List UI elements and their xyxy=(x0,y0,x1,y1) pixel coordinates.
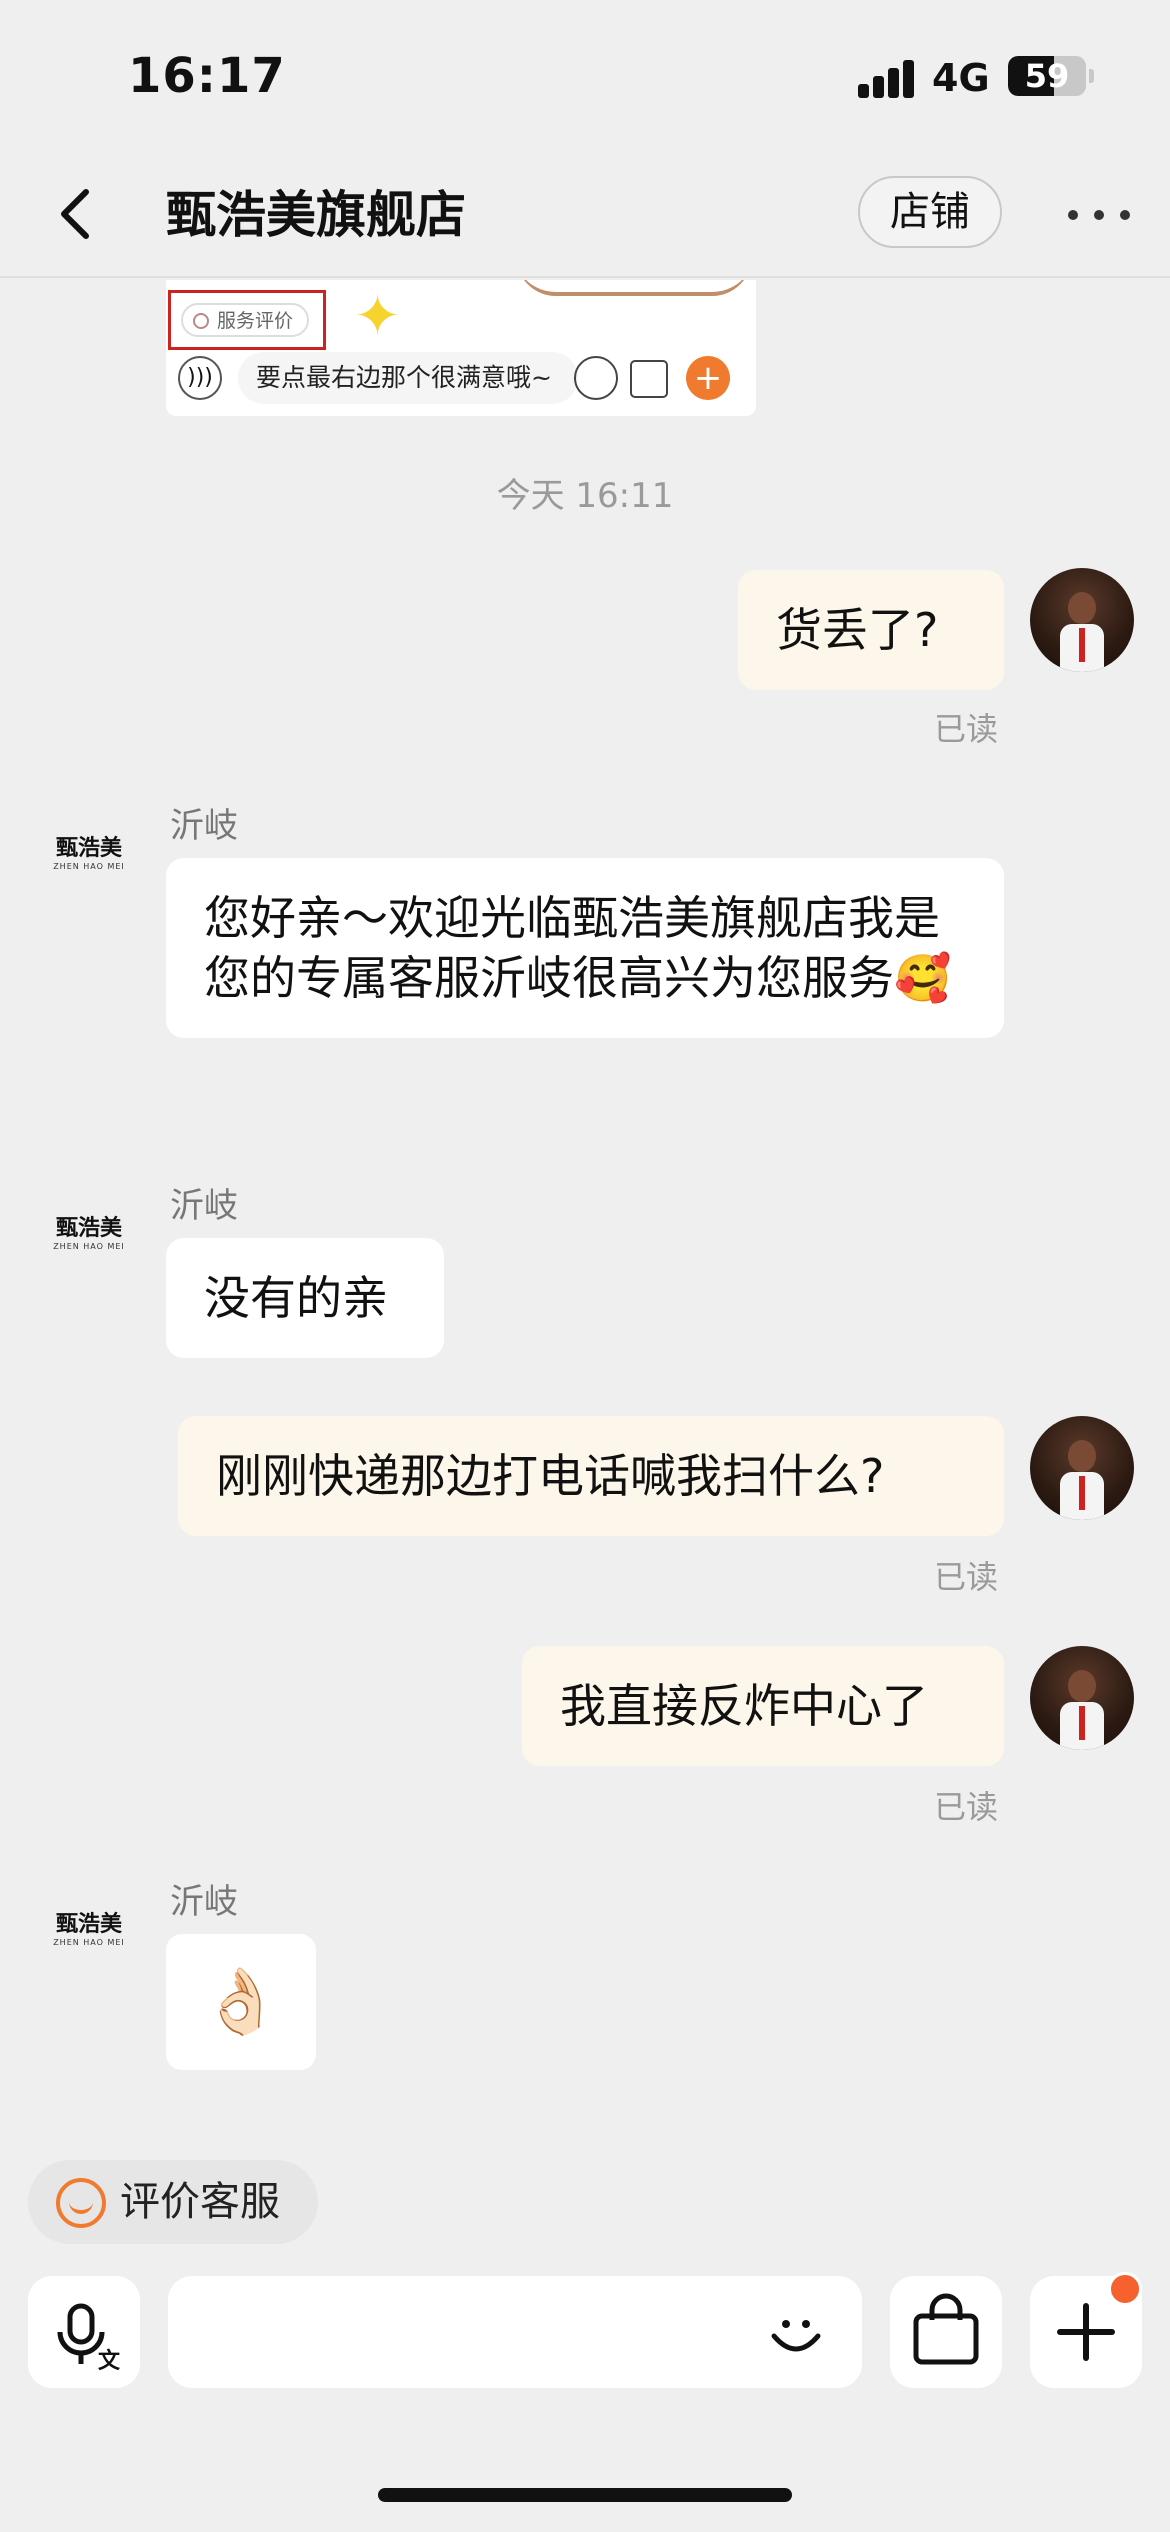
smile-icon[interactable] xyxy=(766,2302,826,2362)
card-decoration xyxy=(516,280,752,296)
ok-hand-emoji[interactable]: 👌🏻 xyxy=(166,1934,316,2070)
smiling-face-emoji: 🥰 xyxy=(894,951,952,1005)
user-avatar[interactable] xyxy=(1030,1416,1134,1520)
timestamp: 今天 16:11 xyxy=(496,476,674,516)
more-dots-icon[interactable] xyxy=(1064,190,1134,240)
network-type: 4G xyxy=(932,56,990,100)
sender-name: 沂岐 xyxy=(170,1186,238,1226)
message-bubble-outgoing[interactable]: 我直接反炸中心了 xyxy=(522,1646,1004,1766)
plus-icon: + xyxy=(686,356,730,400)
status-bar: 16:17 4G 59 xyxy=(0,0,1170,150)
user-avatar[interactable] xyxy=(1030,1646,1134,1750)
rate-service-button[interactable]: 评价客服 xyxy=(28,2160,318,2244)
message-text: 刚刚快递那边打电话喊我扫什么? xyxy=(216,1449,885,1503)
user-avatar[interactable] xyxy=(1030,568,1134,672)
battery-nub xyxy=(1089,69,1094,83)
smile-icon xyxy=(56,2178,106,2228)
card-input-text: 要点最右边那个很满意哦~ xyxy=(238,352,578,404)
store-avatar[interactable]: 甄浩美 ZHEN HAO MEI xyxy=(44,1210,134,1270)
svg-text:文: 文 xyxy=(98,2348,121,2373)
read-status: 已读 xyxy=(934,1788,999,1826)
service-rating-label: 服务评价 xyxy=(217,310,294,332)
chat-header: 甄浩美旗舰店 店铺 xyxy=(0,150,1170,278)
message-text: 没有的亲 xyxy=(204,1271,388,1325)
card-input-bar: ))) 要点最右边那个很满意哦~ + xyxy=(178,350,748,410)
store-avatar[interactable]: 甄浩美 ZHEN HAO MEI xyxy=(44,1906,134,1966)
message-bubble-incoming[interactable]: 您好亲～欢迎光临甄浩美旗舰店我是您的专属客服沂岐很高兴为您服务🥰 xyxy=(166,858,1004,1038)
message-input[interactable] xyxy=(168,2276,862,2388)
read-status: 已读 xyxy=(934,710,999,748)
voice-icon: ))) xyxy=(178,356,222,400)
sender-name: 沂岐 xyxy=(170,1882,238,1922)
message-text: 您好亲～欢迎光临甄浩美旗舰店我是您的专属客服沂岐很高兴为您服务 xyxy=(204,891,940,1005)
page-title: 甄浩美旗舰店 xyxy=(166,186,466,244)
message-bubble-outgoing[interactable]: 刚刚快递那边打电话喊我扫什么? xyxy=(178,1416,1004,1536)
rate-service-label: 评价客服 xyxy=(120,2179,280,2225)
message-bubble-outgoing[interactable]: 货丢了? xyxy=(738,570,1004,690)
back-button[interactable] xyxy=(48,178,108,248)
signal-icon xyxy=(858,58,916,98)
notification-badge xyxy=(1108,2272,1142,2306)
message-text: 货丢了? xyxy=(776,603,939,657)
sender-name: 沂岐 xyxy=(170,806,238,846)
home-indicator[interactable] xyxy=(378,2488,792,2502)
battery-icon: 59 xyxy=(1008,56,1086,96)
smile-icon xyxy=(574,356,618,400)
shopping-bag-button[interactable] xyxy=(890,2276,1002,2388)
input-bar: 文 xyxy=(0,2270,1170,2400)
shop-button[interactable]: 店铺 xyxy=(858,176,1002,248)
bag-icon xyxy=(630,360,668,398)
read-status: 已读 xyxy=(934,1558,999,1596)
shopping-bag-icon xyxy=(913,2293,979,2365)
message-bubble-incoming[interactable]: 没有的亲 xyxy=(166,1238,444,1358)
service-rating-highlight: 服务评价 xyxy=(168,290,326,350)
store-avatar[interactable]: 甄浩美 ZHEN HAO MEI xyxy=(44,830,134,890)
voice-translate-icon: 文 xyxy=(57,2303,121,2373)
battery-level: 59 xyxy=(1024,57,1070,95)
sparkle-icon: ✦ xyxy=(354,284,401,349)
image-message-card[interactable]: ✦ 服务评价 ))) 要点最右边那个很满意哦~ + xyxy=(166,280,756,416)
badge-icon xyxy=(193,313,209,329)
service-rating-tag: 服务评价 xyxy=(181,303,310,337)
status-time: 16:17 xyxy=(128,48,286,104)
chevron-left-icon xyxy=(61,189,89,239)
message-text: 我直接反炸中心了 xyxy=(560,1679,928,1733)
voice-input-button[interactable]: 文 xyxy=(28,2276,140,2388)
